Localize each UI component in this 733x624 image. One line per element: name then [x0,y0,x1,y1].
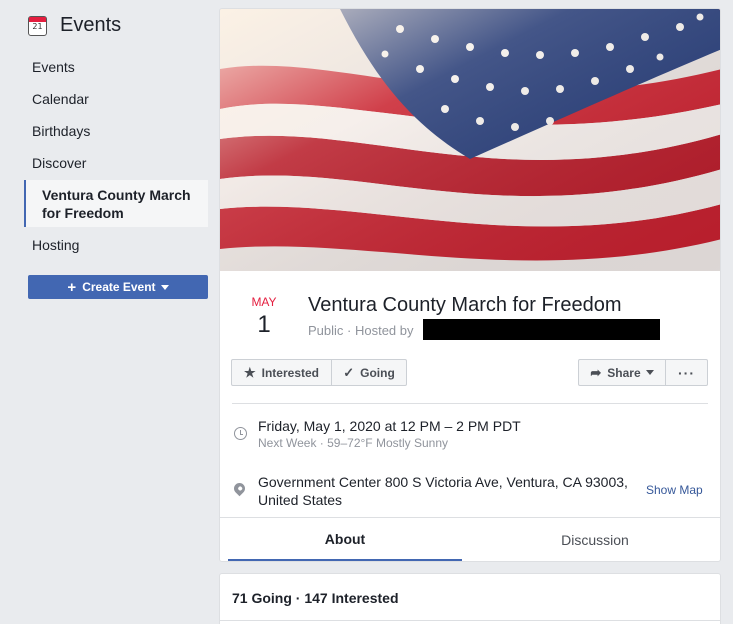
tab-discussion[interactable]: Discussion [478,518,712,561]
share-button[interactable]: ➦ Share [578,359,666,386]
sidebar-item-calendar[interactable]: Calendar [32,91,89,107]
event-date: MAY 1 [236,295,292,339]
interested-label: Interested [261,365,319,380]
event-title: Ventura County March for Freedom [308,294,622,316]
sidebar-item-birthdays[interactable]: Birthdays [32,123,90,139]
tab-about[interactable]: About [228,518,462,561]
create-event-button[interactable]: + Create Event [28,275,208,299]
event-datetime: Friday, May 1, 2020 at 12 PM – 2 PM PDT [258,418,521,434]
event-cover-photo [220,9,720,271]
share-label: Share [607,365,641,380]
sidebar-item-hosting[interactable]: Hosting [32,237,79,253]
more-options-button[interactable]: ··· [665,359,708,386]
event-location[interactable]: Government Center 800 S Victoria Ave, Ve… [258,473,638,509]
flag-image [220,9,720,271]
share-arrow-icon: ➦ [590,364,602,380]
clock-icon [234,427,247,440]
calendar-icon: 21 [28,15,47,36]
event-weather: Next Week · 59–72°F Mostly Sunny [258,436,448,450]
attendance-stats[interactable]: 71 Going · 147 Interested [232,590,399,606]
sidebar-item-discover[interactable]: Discover [32,155,86,171]
show-map-link[interactable]: Show Map [646,483,703,497]
interested-button[interactable]: ★ Interested [231,359,332,386]
event-day: 1 [257,311,271,338]
divider [220,620,720,621]
event-host-line: Public · Hosted by [308,323,414,338]
sidebar-header: 21 Events [28,14,121,37]
sidebar-item-current-event[interactable]: Ventura County March for Freedom [24,180,208,227]
redacted-host-name [423,319,660,340]
going-label: Going [360,365,395,380]
location-pin-icon [231,480,248,497]
caret-down-icon [160,284,169,290]
caret-down-icon [645,370,654,375]
create-event-label: Create Event [82,280,156,294]
event-month: MAY [251,295,277,309]
star-icon: ★ [243,364,256,380]
sidebar-item-events[interactable]: Events [32,59,75,75]
going-button[interactable]: ✓ Going [331,359,407,386]
event-card: MAY 1 Ventura County March for Freedom P… [219,8,721,562]
sidebar: 21 Events Events Calendar Birthdays Disc… [0,0,218,624]
plus-icon: + [67,278,77,296]
check-icon: ✓ [343,364,355,380]
divider [232,403,708,404]
sidebar-title: Events [60,14,122,36]
attendance-card: 71 Going · 147 Interested [219,573,721,624]
